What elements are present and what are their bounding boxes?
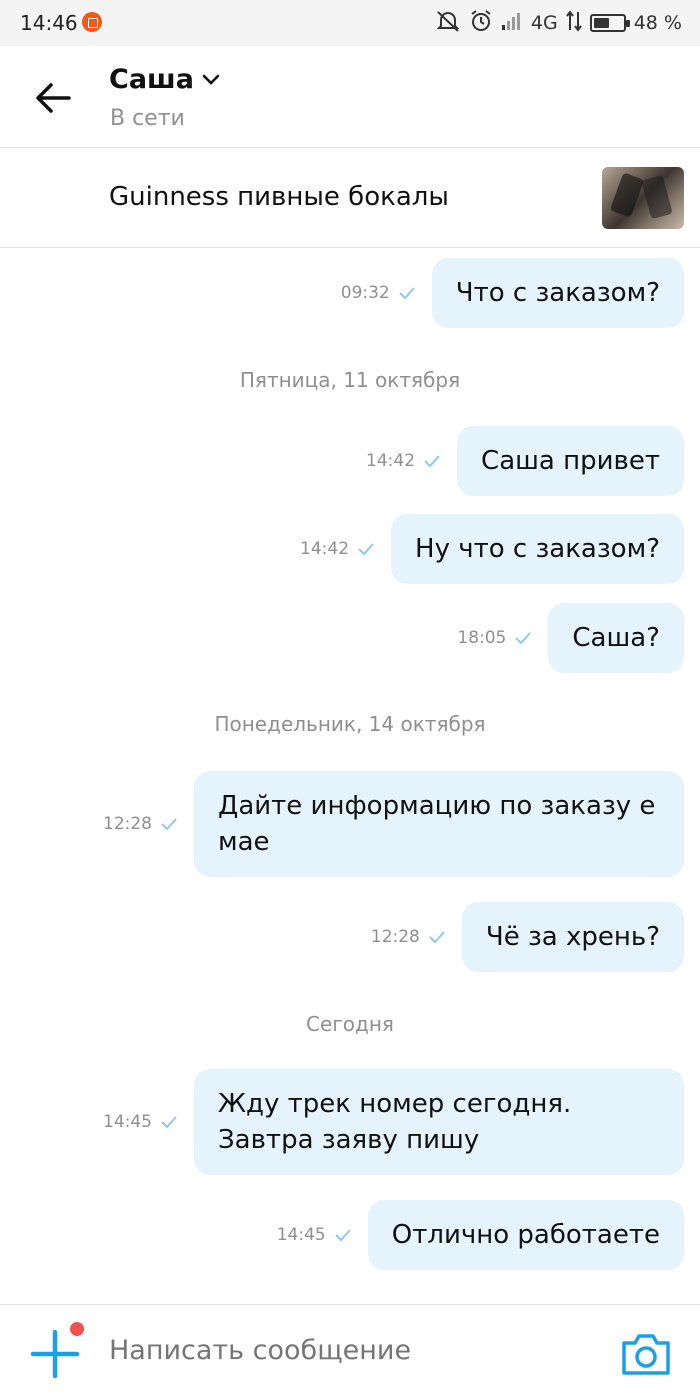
message-meta: 14:42 xyxy=(300,539,375,559)
notification-dot xyxy=(70,1322,84,1336)
message-meta: 14:45 xyxy=(103,1112,178,1132)
message-row: 09:32 Что с заказом? xyxy=(341,258,684,328)
date-separator: Понедельник, 14 октября xyxy=(214,712,486,736)
battery-percent: 48 % xyxy=(633,12,682,34)
message-meta: 14:42 xyxy=(366,451,441,471)
message-composer xyxy=(0,1304,700,1400)
product-title: Guinness пивные бокалы xyxy=(109,182,449,212)
alarm-icon xyxy=(469,9,493,38)
contact-name-dropdown[interactable]: Саша xyxy=(109,64,220,95)
message-time: 14:42 xyxy=(300,539,350,559)
camera-icon xyxy=(622,1334,670,1375)
message-bubble[interactable]: Дайте информацию по заказу е мае xyxy=(194,771,684,877)
check-icon xyxy=(161,1116,177,1129)
message-time: 14:42 xyxy=(366,451,416,471)
message-row: 12:28 Дайте информацию по заказу е мае xyxy=(103,771,684,877)
message-bubble[interactable]: Что с заказом? xyxy=(431,258,684,328)
contact-status: В сети xyxy=(110,106,185,131)
message-time: 14:45 xyxy=(103,1112,152,1132)
message-row: 14:45 Жду трек номер сегодня. Завтра зая… xyxy=(103,1069,684,1175)
status-icons: 4G 48 % xyxy=(435,8,682,38)
message-bubble[interactable]: Жду трек номер сегодня. Завтра заяву пиш… xyxy=(194,1069,684,1175)
message-meta: 14:45 xyxy=(277,1225,352,1245)
message-row: 18:05 Саша? xyxy=(457,603,684,673)
battery-icon xyxy=(589,14,630,32)
check-icon xyxy=(358,543,374,556)
message-bubble[interactable]: Отлично работаете xyxy=(367,1200,684,1270)
message-row: 14:42 Ну что с заказом? xyxy=(300,514,684,584)
message-row: 12:28 Чё за хрень? xyxy=(371,902,684,972)
camera-button[interactable] xyxy=(620,1331,672,1377)
network-type: 4G xyxy=(530,12,558,34)
check-icon xyxy=(424,455,440,468)
check-icon xyxy=(515,632,532,645)
date-separator: Сегодня xyxy=(306,1012,394,1036)
contact-name: Саша xyxy=(109,64,194,95)
message-row: 14:45 Отлично работаете xyxy=(277,1200,684,1270)
message-row: 14:42 Саша привет xyxy=(366,426,684,496)
chevron-down-icon xyxy=(202,74,220,85)
app-notification-icon xyxy=(82,12,102,32)
message-time: 14:45 xyxy=(276,1225,326,1245)
arrow-left-icon xyxy=(36,83,71,113)
message-bubble[interactable]: Саша привет xyxy=(457,426,684,496)
check-icon xyxy=(335,1229,351,1242)
message-bubble[interactable]: Ну что с заказом? xyxy=(391,514,684,584)
check-icon xyxy=(399,287,415,300)
message-time: 18:05 xyxy=(457,628,507,648)
data-transfer-icon xyxy=(565,9,582,37)
product-banner[interactable]: Guinness пивные бокалы xyxy=(0,149,700,248)
mute-icon xyxy=(435,9,461,38)
message-meta: 12:28 xyxy=(103,814,178,834)
message-meta: 18:05 xyxy=(457,628,532,648)
signal-icon xyxy=(501,11,523,36)
chat-header: Саша В сети xyxy=(0,46,700,148)
check-icon xyxy=(429,931,445,944)
message-bubble[interactable]: Чё за хрень? xyxy=(461,902,684,972)
product-thumbnail[interactable] xyxy=(602,167,684,229)
status-time: 14:46 xyxy=(20,11,78,35)
message-time: 09:32 xyxy=(340,283,390,303)
message-time: 12:28 xyxy=(370,927,420,947)
message-meta: 09:32 xyxy=(341,283,416,303)
message-time: 12:28 xyxy=(103,814,152,834)
date-separator: Пятница, 11 октября xyxy=(239,368,461,392)
check-icon xyxy=(161,818,177,831)
message-input[interactable] xyxy=(109,1335,589,1366)
status-bar: 14:46 4G 48 % xyxy=(0,0,700,46)
message-meta: 12:28 xyxy=(371,927,446,947)
message-bubble[interactable]: Саша? xyxy=(548,603,684,673)
back-button[interactable] xyxy=(28,76,78,120)
